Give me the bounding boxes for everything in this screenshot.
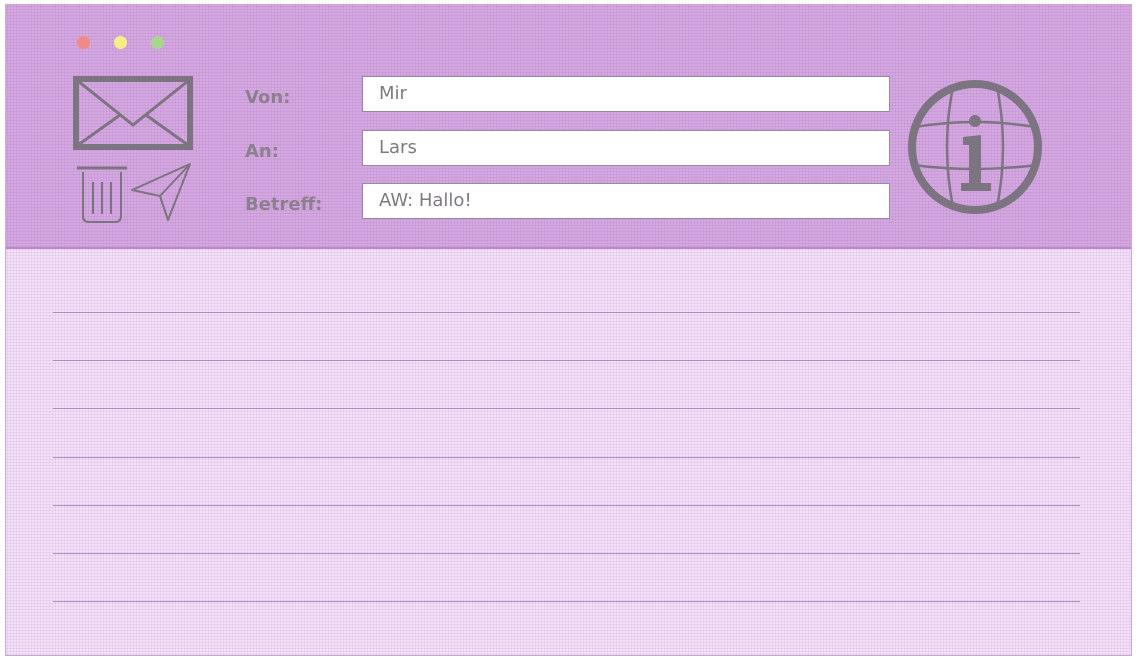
subject-field[interactable]: AW: Hallo!	[362, 183, 890, 219]
close-window-button[interactable]	[77, 36, 90, 49]
message-body[interactable]	[6, 249, 1131, 655]
ruled-line	[53, 553, 1080, 554]
to-label: An:	[245, 141, 279, 162]
compose-header: Von: Mir An: Lars Betreff: AW: Hallo!	[6, 5, 1131, 249]
globe-info-icon[interactable]	[905, 77, 1045, 217]
subject-label: Betreff:	[245, 194, 323, 215]
ruled-line	[53, 360, 1080, 361]
mail-icon[interactable]	[72, 75, 194, 151]
ruled-line	[53, 408, 1080, 409]
ruled-line	[53, 457, 1080, 458]
to-field[interactable]: Lars	[362, 130, 890, 166]
trash-icon[interactable]	[75, 162, 129, 224]
send-icon[interactable]	[130, 162, 192, 222]
ruled-line	[53, 312, 1080, 313]
minimize-window-button[interactable]	[114, 36, 127, 49]
from-label: Von:	[245, 87, 291, 108]
ruled-line	[53, 505, 1080, 506]
from-field[interactable]: Mir	[362, 76, 890, 112]
ruled-line	[53, 601, 1080, 602]
zoom-window-button[interactable]	[151, 36, 164, 49]
mail-compose-window: Von: Mir An: Lars Betreff: AW: Hallo!	[5, 4, 1132, 656]
